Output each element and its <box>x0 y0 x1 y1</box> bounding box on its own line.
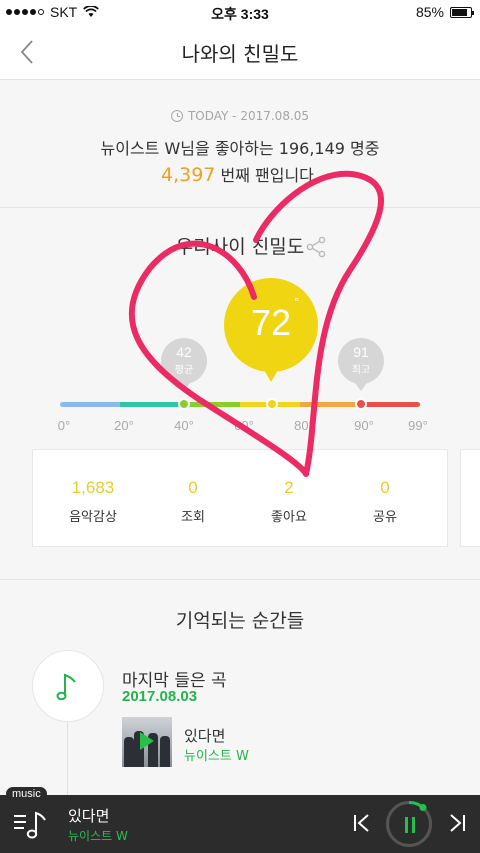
today-label: TODAY - 2017.08.05 <box>187 109 310 123</box>
album-thumbnail[interactable] <box>122 717 172 767</box>
average-label: 평균 <box>174 365 194 376</box>
fan-count-text: 뉴이스트 W님을 좋아하는 196,149 명중 <box>100 139 380 158</box>
playlist-icon[interactable] <box>12 807 48 841</box>
memory-song-artist[interactable]: 뉴이스트 W <box>184 745 249 764</box>
average-value: 42 <box>176 344 192 360</box>
tick-label: 20° <box>114 418 134 433</box>
page-title: 나와의 친밀도 <box>181 42 299 66</box>
battery-icon <box>450 6 474 18</box>
memory-song-title[interactable]: 있다면 <box>184 725 225 746</box>
max-marker <box>355 398 367 410</box>
stat-value: 1,683 <box>71 478 115 497</box>
stat-listens: 1,683 음악감상 <box>41 478 145 525</box>
previous-track-button[interactable] <box>352 813 372 833</box>
music-note-badge <box>32 650 104 722</box>
music-note-icon <box>56 673 76 701</box>
stat-value: 0 <box>188 478 198 497</box>
stat-label: 좋아요 <box>271 510 307 525</box>
max-label: 최고 <box>351 365 371 376</box>
average-bubble: 42 평균 <box>161 338 207 391</box>
next-track-button[interactable] <box>447 813 467 833</box>
status-bar: SKT 오후 3:33 85% <box>0 0 480 24</box>
nav-bar: 나와의 친밀도 <box>0 24 480 80</box>
affinity-section: 우리사이 친밀도 42 평균 91 최고 72 ° 0° 20° 40° 60°… <box>0 208 480 580</box>
fan-rank-text: 4,397 번째 팬입니다. <box>0 162 480 186</box>
music-tag: music <box>6 787 47 801</box>
tick-label: 0° <box>57 418 71 433</box>
tick-label: 40° <box>174 418 194 433</box>
share-icon[interactable] <box>306 236 326 258</box>
stat-label: 공유 <box>373 510 397 525</box>
player-artist: 뉴이스트 W <box>68 829 128 843</box>
degree-symbol: ° <box>294 296 300 309</box>
status-time: 오후 3:33 <box>211 6 269 22</box>
tick-label: 60° <box>234 418 254 433</box>
my-affinity-bubble: 72 ° <box>224 278 318 382</box>
max-value: 91 <box>353 344 369 360</box>
pause-icon <box>403 817 417 833</box>
today-row: TODAY - 2017.08.05 <box>0 109 480 123</box>
tick-label: 99° <box>408 418 428 433</box>
fan-rank-suffix: 번째 팬입니다. <box>215 166 319 185</box>
memories-section: 기억되는 순간들 마지막 들은 곡 2017.08.03 있다면 뉴이스트 W <box>0 580 480 798</box>
player-song-title: 있다면 <box>68 807 110 825</box>
my-affinity-marker <box>266 398 278 410</box>
stat-label: 조회 <box>181 510 205 525</box>
play-icon <box>140 732 154 750</box>
pause-button[interactable] <box>386 801 432 847</box>
tick-label: 80° <box>294 418 314 433</box>
stat-label: 음악감상 <box>69 510 117 525</box>
stat-likes: 2 좋아요 <box>237 478 341 525</box>
next-card-peek[interactable] <box>460 449 480 547</box>
mini-player[interactable]: music 있다면 뉴이스트 W <box>0 787 480 853</box>
clock-icon <box>170 110 183 122</box>
memory-date: 2017.08.03 <box>122 688 198 705</box>
max-bubble: 91 최고 <box>338 338 384 391</box>
average-marker <box>178 398 190 410</box>
fan-summary: TODAY - 2017.08.05 뉴이스트 W님을 좋아하는 196,149… <box>0 80 480 208</box>
stats-card[interactable]: 1,683 음악감상 0 조회 2 좋아요 0 공유 <box>32 449 448 547</box>
fan-rank-number: 4,397 <box>161 164 216 186</box>
tick-label: 90° <box>354 418 374 433</box>
my-affinity-value: 72 <box>250 302 292 343</box>
stat-value: 2 <box>284 478 294 497</box>
battery-percent: 85% <box>415 4 444 20</box>
affinity-title: 우리사이 친밀도 <box>175 236 305 258</box>
stat-value: 0 <box>380 478 390 497</box>
memories-title: 기억되는 순간들 <box>175 610 305 632</box>
stat-shares: 0 공유 <box>333 478 437 525</box>
stat-views: 0 조회 <box>141 478 245 525</box>
